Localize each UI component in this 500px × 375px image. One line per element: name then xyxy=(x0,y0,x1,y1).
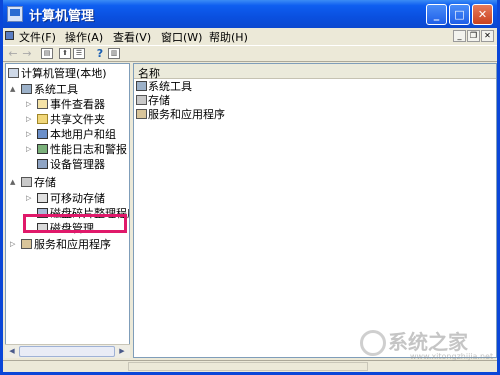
tree-item-event-viewer[interactable]: ▷ 事件查看器 xyxy=(8,97,105,112)
details-pane[interactable]: 名称 系统工具 存储 服务和应用程序 xyxy=(133,63,497,358)
list-item-label: 系统工具 xyxy=(148,80,192,93)
watermark-circle-icon xyxy=(360,330,386,356)
event-viewer-icon xyxy=(37,99,48,109)
list-item-services-applications[interactable]: 服务和应用程序 xyxy=(136,107,225,122)
scroll-left-icon[interactable]: ◀ xyxy=(6,346,18,357)
storage-icon xyxy=(136,95,147,105)
tree-label: 计算机管理(本地) xyxy=(21,67,107,80)
toolbar: ← → ▤ ⬆ ☰ ? ▥ xyxy=(3,45,497,62)
list-item-storage[interactable]: 存储 xyxy=(136,93,170,108)
menu-view[interactable]: 查看(V) xyxy=(113,29,151,45)
tree-item-shared-folders[interactable]: ▷ 共享文件夹 xyxy=(8,112,105,127)
computer-management-window: 计算机管理 _ □ ✕ 文件(F) 操作(A) 查看(V) 窗口(W) 帮助(H… xyxy=(0,0,500,375)
tree-item-computer-management[interactable]: 计算机管理(本地) xyxy=(8,66,107,81)
tree-item-storage[interactable]: ▲ 存储 xyxy=(8,175,56,190)
tools-icon xyxy=(21,84,32,94)
tree-item-performance-logs[interactable]: ▷ 性能日志和警报 xyxy=(8,142,127,157)
list-item-label: 服务和应用程序 xyxy=(148,108,225,121)
storage-icon xyxy=(21,177,32,187)
tree-label: 服务和应用程序 xyxy=(34,238,111,251)
maximize-button[interactable]: □ xyxy=(449,4,470,25)
column-header-name[interactable]: 名称 xyxy=(134,64,496,80)
tree-label: 系统工具 xyxy=(34,83,78,96)
tree-label: 事件查看器 xyxy=(50,98,105,111)
properties-icon[interactable]: ☰ xyxy=(73,48,85,59)
shared-folder-icon xyxy=(37,114,48,124)
menu-help[interactable]: 帮助(H) xyxy=(209,29,248,45)
watermark-url: www.xitongzhijia.net xyxy=(410,352,494,361)
computer-management-icon xyxy=(7,6,23,22)
removable-storage-icon xyxy=(37,193,48,203)
menu-window[interactable]: 窗口(W) xyxy=(161,29,202,45)
scrollbar-thumb[interactable] xyxy=(19,346,115,357)
tools-icon xyxy=(136,81,147,91)
expand-icon[interactable]: ▷ xyxy=(26,127,31,142)
expand-icon[interactable]: ▷ xyxy=(10,237,15,252)
tree-item-device-manager[interactable]: 设备管理器 xyxy=(8,157,105,172)
watermark-text: 系统之家 xyxy=(388,330,468,354)
expand-icon[interactable]: ▷ xyxy=(26,112,31,127)
show-hide-action-pane-icon[interactable]: ▥ xyxy=(108,48,120,59)
list-item-label: 存储 xyxy=(148,94,170,107)
back-arrow-icon[interactable]: ← xyxy=(6,47,20,60)
expand-icon[interactable]: ▷ xyxy=(26,97,31,112)
menu-bar: 文件(F) 操作(A) 查看(V) 窗口(W) 帮助(H) _ ❐ ✕ xyxy=(3,28,497,45)
minimize-button[interactable]: _ xyxy=(426,4,447,25)
forward-arrow-icon[interactable]: → xyxy=(20,47,34,60)
title-bar[interactable]: 计算机管理 _ □ ✕ xyxy=(3,0,497,28)
users-icon xyxy=(37,129,48,139)
show-hide-console-tree-icon[interactable]: ▤ xyxy=(41,48,53,59)
tree-label: 设备管理器 xyxy=(50,158,105,171)
device-manager-icon xyxy=(37,159,48,169)
list-item-system-tools[interactable]: 系统工具 xyxy=(136,79,192,94)
collapse-icon[interactable]: ▲ xyxy=(10,82,15,97)
expand-icon[interactable]: ▷ xyxy=(26,191,31,206)
tree-label: 可移动存储 xyxy=(50,192,105,205)
services-icon xyxy=(21,239,32,249)
watermark-logo: 系统之家 www.xitongzhijia.net xyxy=(340,320,496,361)
up-one-level-icon[interactable]: ⬆ xyxy=(59,48,71,59)
close-button[interactable]: ✕ xyxy=(472,4,493,25)
expand-icon[interactable]: ▷ xyxy=(26,142,31,157)
performance-icon xyxy=(37,144,48,154)
scroll-right-icon[interactable]: ▶ xyxy=(116,346,128,357)
window-title: 计算机管理 xyxy=(29,9,95,24)
menu-action[interactable]: 操作(A) xyxy=(65,29,103,45)
status-bar xyxy=(3,360,497,372)
tree-item-system-tools[interactable]: ▲ 系统工具 xyxy=(8,82,78,97)
computer-icon xyxy=(8,68,19,78)
console-tree[interactable]: 计算机管理(本地) ▲ 系统工具 ▷ 事件查看器 ▷ 共享文件夹 ▷ 本地用户和… xyxy=(5,63,130,358)
child-minimize-button[interactable]: _ xyxy=(453,30,466,42)
tree-item-removable-storage[interactable]: ▷ 可移动存储 xyxy=(8,191,105,206)
help-icon[interactable]: ? xyxy=(93,47,107,60)
tree-label: 存储 xyxy=(34,176,56,189)
menu-file[interactable]: 文件(F) xyxy=(19,29,56,45)
system-menu-icon[interactable] xyxy=(5,31,14,40)
disk-management-highlight-box xyxy=(23,214,127,233)
tree-label: 共享文件夹 xyxy=(50,113,105,126)
horizontal-scrollbar[interactable]: ◀ ▶ xyxy=(5,344,130,358)
collapse-icon[interactable]: ▲ xyxy=(10,175,15,190)
child-restore-button[interactable]: ❐ xyxy=(467,30,480,42)
tree-item-local-users[interactable]: ▷ 本地用户和组 xyxy=(8,127,116,142)
status-segment xyxy=(128,362,368,371)
services-icon xyxy=(136,109,147,119)
tree-label: 本地用户和组 xyxy=(50,128,116,141)
tree-item-services-applications[interactable]: ▷ 服务和应用程序 xyxy=(8,237,111,252)
child-close-button[interactable]: ✕ xyxy=(481,30,494,42)
tree-label: 性能日志和警报 xyxy=(50,143,127,156)
